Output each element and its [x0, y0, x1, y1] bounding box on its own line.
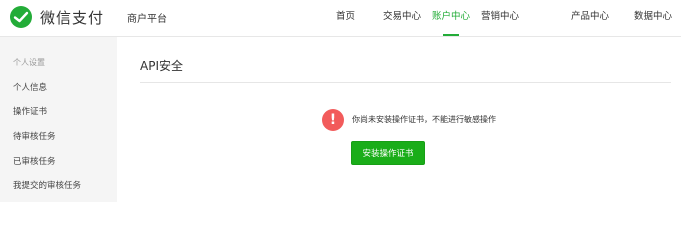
- platform-name: 商户平台: [127, 14, 167, 25]
- nav-data-center[interactable]: 数据中心: [634, 8, 672, 36]
- warning-message: 你尚未安装操作证书，不能进行敏感操作: [352, 115, 496, 124]
- nav-account-center[interactable]: 账户中心: [432, 8, 470, 36]
- sidebar-item-reviewed[interactable]: 已审核任务: [13, 155, 56, 167]
- sidebar-item-pending-review[interactable]: 待审核任务: [13, 130, 56, 142]
- sidebar-item-my-submitted[interactable]: 我提交的审核任务: [13, 179, 81, 191]
- page-title: API安全: [140, 59, 183, 73]
- sidebar-item-certificate[interactable]: 操作证书: [13, 105, 47, 117]
- main-content: API安全 ! 你尚未安装操作证书，不能进行敏感操作 安装操作证书: [117, 37, 681, 202]
- nav-trade-center[interactable]: 交易中心: [383, 8, 421, 36]
- nav-home[interactable]: 首页: [336, 8, 355, 36]
- sidebar: 个人设置 个人信息 操作证书 待审核任务 已审核任务 我提交的审核任务: [0, 37, 117, 202]
- title-divider: [140, 82, 671, 83]
- brand-name[interactable]: 微信支付: [40, 7, 104, 28]
- wechat-pay-logo-icon[interactable]: [10, 6, 32, 28]
- install-certificate-button[interactable]: 安装操作证书: [351, 141, 425, 165]
- sidebar-group-title: 个人设置: [13, 58, 45, 67]
- sidebar-item-personal-info[interactable]: 个人信息: [13, 81, 47, 93]
- top-header: 微信支付 商户平台 首页 交易中心 账户中心 营销中心 产品中心 数据中心: [0, 0, 681, 37]
- nav-marketing-center[interactable]: 营销中心: [481, 8, 519, 36]
- nav-product-center[interactable]: 产品中心: [571, 8, 609, 36]
- exclamation-circle-icon: !: [322, 109, 344, 131]
